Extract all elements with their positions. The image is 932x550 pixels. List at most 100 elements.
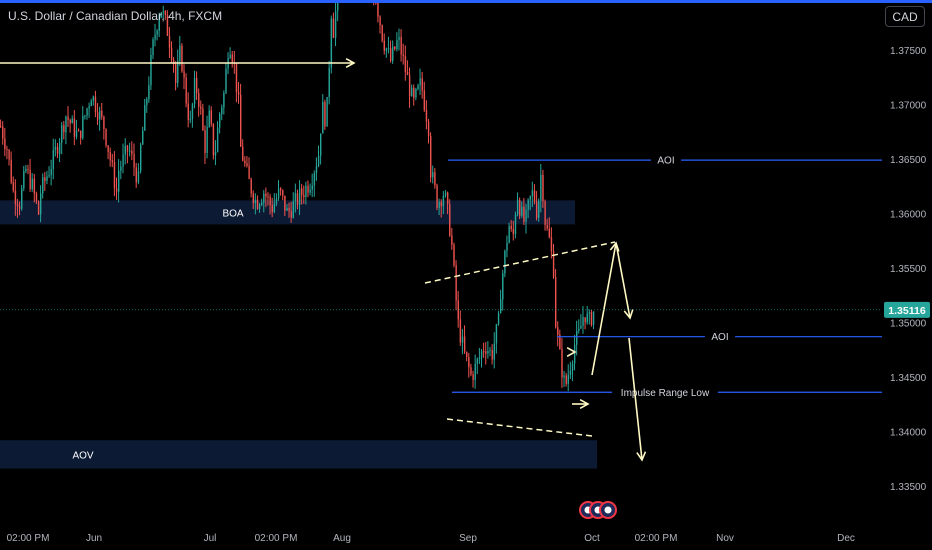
candle-up bbox=[592, 311, 595, 325]
candle-up bbox=[142, 130, 144, 145]
candle-down bbox=[472, 374, 474, 380]
symbol-title: U.S. Dollar / Canadian Dollar, 4h, FXCM bbox=[8, 9, 223, 23]
candle-up bbox=[540, 174, 542, 201]
candle-up bbox=[286, 207, 288, 211]
candle-up bbox=[495, 324, 498, 344]
candle-up bbox=[411, 87, 413, 97]
candle-up bbox=[152, 39, 154, 55]
candle-up bbox=[326, 97, 328, 127]
candle-down bbox=[256, 199, 259, 209]
candle-up bbox=[476, 358, 479, 364]
candle-up bbox=[21, 188, 23, 209]
price-tick-label: 1.35500 bbox=[890, 264, 927, 275]
candle-down bbox=[210, 110, 213, 124]
candle-down bbox=[434, 172, 436, 186]
time-tick-label: Jul bbox=[204, 533, 217, 544]
candle-down bbox=[168, 35, 171, 48]
candle-down bbox=[195, 78, 198, 94]
candle-down bbox=[290, 211, 292, 218]
candle-up bbox=[317, 155, 320, 167]
candle-up bbox=[514, 214, 517, 235]
candle-down bbox=[12, 182, 15, 191]
candle-down bbox=[111, 160, 114, 162]
candle-down bbox=[14, 190, 17, 205]
candle-up bbox=[588, 312, 591, 314]
candle-up bbox=[225, 68, 227, 93]
candle-up bbox=[254, 199, 257, 204]
candle-down bbox=[548, 228, 551, 238]
candle-down bbox=[27, 168, 29, 170]
candle-down bbox=[185, 77, 187, 104]
candle-up bbox=[84, 115, 86, 117]
candle-up bbox=[148, 85, 150, 100]
zone-label-aov: AOV bbox=[72, 450, 93, 461]
candle-down bbox=[455, 265, 457, 301]
time-tick-label: 02:00 PM bbox=[7, 533, 50, 544]
candle-down bbox=[519, 199, 521, 216]
candle-down bbox=[187, 103, 189, 120]
candle-down bbox=[533, 190, 536, 202]
candle-down bbox=[590, 312, 593, 325]
candle-up bbox=[48, 175, 50, 177]
candle-down bbox=[280, 188, 282, 191]
candle-up bbox=[502, 273, 504, 300]
candle-down bbox=[470, 367, 472, 375]
candle-up bbox=[216, 127, 219, 152]
candle-up bbox=[75, 130, 78, 137]
candle-up bbox=[25, 168, 27, 172]
candle-down bbox=[96, 112, 99, 120]
candle-down bbox=[69, 119, 71, 124]
candle-down bbox=[389, 48, 392, 61]
candle-down bbox=[37, 201, 40, 215]
candle-down bbox=[231, 54, 234, 63]
candle-down bbox=[198, 93, 200, 107]
candle-up bbox=[137, 171, 140, 183]
candle-up bbox=[31, 178, 33, 190]
candle-up bbox=[154, 34, 156, 40]
candle-up bbox=[263, 193, 265, 203]
candle-up bbox=[315, 166, 318, 174]
candle-up bbox=[461, 336, 464, 343]
candle-up bbox=[229, 54, 231, 58]
candle-down bbox=[267, 196, 269, 198]
candle-up bbox=[120, 166, 122, 171]
candle-up bbox=[177, 60, 179, 83]
candle-up bbox=[292, 201, 295, 218]
candle-up bbox=[415, 89, 417, 98]
candle-down bbox=[16, 204, 19, 207]
currency-button[interactable]: CAD bbox=[885, 6, 925, 27]
candle-up bbox=[563, 375, 565, 378]
candle-up bbox=[396, 40, 398, 50]
candle-up bbox=[580, 325, 582, 329]
price-chart[interactable]: BOAAOV Impulse Range HighAOIAOIImpulse R… bbox=[0, 0, 932, 550]
candle-down bbox=[181, 45, 183, 72]
candle-up bbox=[417, 85, 419, 90]
level-label: AOI bbox=[711, 332, 728, 343]
candle-up bbox=[150, 54, 152, 86]
candle-up bbox=[573, 344, 576, 364]
candle-up bbox=[529, 196, 532, 200]
candle-down bbox=[463, 336, 466, 352]
candle-down bbox=[421, 78, 423, 91]
candle-down bbox=[94, 96, 97, 113]
time-tick-label: 02:00 PM bbox=[635, 533, 678, 544]
event-icon-center bbox=[604, 506, 612, 514]
candle-down bbox=[555, 277, 557, 328]
candle-down bbox=[332, 18, 335, 38]
candle-down bbox=[183, 71, 185, 78]
candle-up bbox=[193, 78, 196, 105]
candle-down bbox=[324, 101, 326, 127]
candle-up bbox=[516, 199, 519, 215]
candle-down bbox=[240, 94, 242, 147]
candle-down bbox=[301, 188, 303, 196]
candle-up bbox=[438, 201, 440, 208]
candle-down bbox=[510, 225, 512, 229]
candle-up bbox=[90, 100, 92, 107]
candle-up bbox=[223, 92, 225, 108]
candle-up bbox=[118, 170, 120, 192]
candle-up bbox=[294, 193, 297, 202]
candle-down bbox=[73, 118, 76, 137]
candle-up bbox=[189, 119, 192, 121]
candle-up bbox=[146, 99, 148, 106]
candle-down bbox=[237, 92, 240, 95]
